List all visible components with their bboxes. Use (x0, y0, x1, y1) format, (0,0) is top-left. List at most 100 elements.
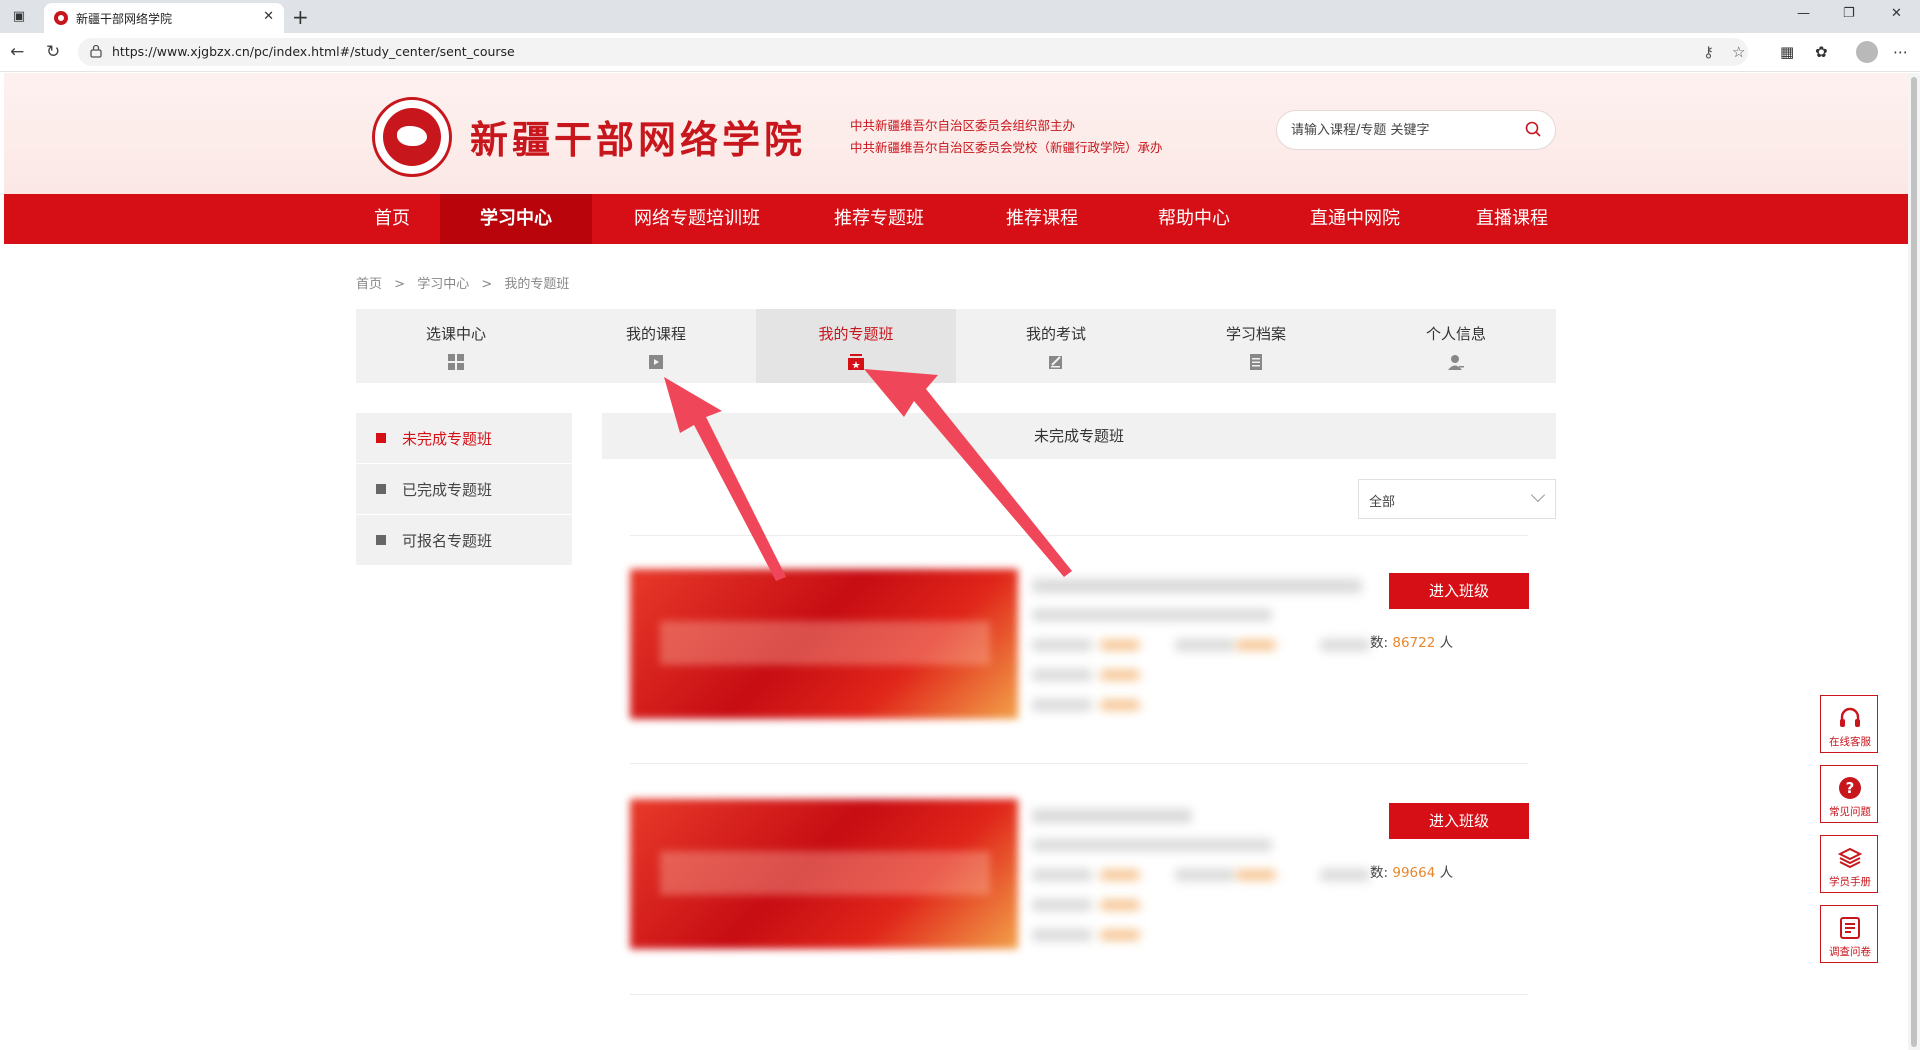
online-service-button[interactable]: 在线客服 (1820, 695, 1878, 753)
search-icon[interactable] (1525, 121, 1541, 137)
browser-tab-bar: ▣ 新疆干部网络学院 ✕ + — ❐ ✕ (0, 0, 1920, 33)
site-logo[interactable] (372, 97, 452, 177)
bullet-square-icon (376, 535, 386, 545)
favorite-star-icon[interactable]: ☆ (1732, 43, 1745, 61)
tab-study-archive[interactable]: 学习档案 (1156, 309, 1356, 383)
nav-item-cela-direct[interactable]: 直通中网院 (1280, 194, 1430, 244)
breadcrumb: 首页 > 学习中心 > 我的专题班 (356, 273, 577, 292)
browser-tab[interactable]: 新疆干部网络学院 ✕ (44, 3, 284, 33)
tab-title: 新疆干部网络学院 (76, 12, 173, 26)
enroll-count-text: 数: 86722 人 (1370, 631, 1453, 651)
tab-label: 学习档案 (1225, 325, 1286, 343)
headset-icon (1840, 707, 1860, 727)
search-box (1276, 110, 1556, 150)
enroll-count: 86722 (1392, 635, 1436, 651)
address-bar: ← ↻ https://www.xjgbzx.cn/pc/index.html#… (0, 33, 1920, 72)
sidebar-item-enrollable[interactable]: 可报名专题班 (356, 515, 572, 565)
sidebar-item-label: 可报名专题班 (402, 532, 493, 550)
sidebar-item-finished[interactable]: 已完成专题班 (356, 464, 572, 514)
tab-label: 我的考试 (1025, 325, 1086, 343)
enroll-unit: 人 (1439, 865, 1454, 881)
tab-label: 我的专题班 (818, 325, 894, 343)
enroll-label: 数: (1370, 865, 1389, 881)
tab-course-selection[interactable]: 选课中心 (356, 309, 556, 383)
divider (630, 763, 1528, 764)
tab-close-icon[interactable]: ✕ (263, 9, 274, 24)
chevron-down-icon (1530, 487, 1546, 503)
search-input[interactable] (1289, 120, 1509, 140)
extensions-icon[interactable]: ✿ (1815, 43, 1828, 61)
status-filter-select[interactable]: 全部 (1358, 479, 1556, 519)
key-icon[interactable]: ⚷ (1703, 43, 1714, 61)
enroll-count-text: 数: 99664 人 (1370, 861, 1453, 881)
breadcrumb-current: 我的专题班 (504, 277, 570, 292)
sidebar-item-label: 已完成专题班 (402, 481, 493, 499)
new-tab-icon[interactable]: + (292, 5, 309, 29)
url-text: https://www.xjgbzx.cn/pc/index.html#/stu… (112, 44, 515, 59)
tab-label: 选课中心 (425, 325, 486, 343)
enroll-label: 数: (1370, 635, 1389, 651)
nav-item-home[interactable]: 首页 (352, 194, 432, 244)
class-status-sidebar: 未完成专题班 已完成专题班 可报名专题班 (356, 413, 572, 566)
site-header: 新疆干部网络学院 中共新疆维吾尔自治区委员会组织部主办 中共新疆维吾尔自治区委员… (4, 73, 1910, 194)
collections-icon[interactable]: ▦ (1780, 43, 1794, 61)
reload-icon[interactable]: ↻ (46, 42, 60, 62)
survey-button[interactable]: 调查问卷 (1820, 905, 1878, 963)
tab-label: 个人信息 (1425, 325, 1486, 343)
tab-label: 我的课程 (625, 325, 686, 343)
window-close-icon[interactable]: ✕ (1891, 6, 1902, 21)
breadcrumb-home[interactable]: 首页 (356, 277, 382, 292)
annotation-arrow-icon (864, 369, 1072, 577)
nav-item-recommended-courses[interactable]: 推荐课程 (972, 194, 1112, 244)
student-handbook-button[interactable]: 学员手册 (1820, 835, 1878, 893)
course-card: 数: 99664 人 进入班级 (630, 799, 1529, 959)
enter-class-button[interactable]: 进入班级 (1389, 573, 1529, 609)
restore-icon[interactable]: ❐ (1843, 6, 1855, 21)
course-card: 数: 86722 人 进入班级 (630, 569, 1529, 729)
lock-icon (90, 44, 102, 58)
enter-class-button[interactable]: 进入班级 (1389, 803, 1529, 839)
url-field[interactable]: https://www.xjgbzx.cn/pc/index.html#/stu… (78, 38, 1748, 66)
page-scrollbar[interactable] (1908, 73, 1920, 1050)
faq-button[interactable]: ? 常见问题 (1820, 765, 1878, 823)
profile-avatar[interactable] (1856, 41, 1878, 63)
back-icon[interactable]: ← (10, 42, 24, 62)
float-label: 常见问题 (1829, 806, 1871, 818)
enroll-unit: 人 (1439, 635, 1454, 651)
book-icon (1837, 847, 1863, 869)
nav-item-study-center[interactable]: 学习中心 (440, 194, 592, 244)
more-menu-icon[interactable]: ⋯ (1893, 43, 1908, 61)
user-icon (1448, 355, 1464, 370)
grid-icon (448, 354, 464, 370)
sidebar-toggle-icon[interactable]: ▣ (9, 7, 29, 27)
tab-personal-info[interactable]: 个人信息 (1356, 309, 1556, 383)
bullet-square-icon (376, 433, 386, 443)
course-cover-image[interactable] (630, 569, 1018, 719)
float-label: 学员手册 (1829, 876, 1871, 888)
question-icon: ? (1839, 777, 1861, 799)
nav-item-recommended-classes[interactable]: 推荐专题班 (804, 194, 954, 244)
sidebar-item-unfinished[interactable]: 未完成专题班 (356, 413, 572, 463)
breadcrumb-study-center[interactable]: 学习中心 (417, 277, 469, 292)
sponsor-line-2: 中共新疆维吾尔自治区委员会党校（新疆行政学院）承办 (850, 140, 1163, 155)
float-label: 在线客服 (1829, 736, 1871, 748)
divider (630, 994, 1528, 995)
nav-item-live-courses[interactable]: 直播课程 (1442, 194, 1582, 244)
minimize-icon[interactable]: — (1797, 6, 1810, 21)
breadcrumb-separator: > (481, 277, 493, 292)
document-icon (1250, 354, 1262, 370)
nav-item-online-training[interactable]: 网络专题培训班 (614, 194, 780, 244)
main-nav: 首页 学习中心 网络专题培训班 推荐专题班 推荐课程 帮助中心 直通中网院 直播… (4, 194, 1910, 244)
float-label: 调查问卷 (1829, 946, 1871, 958)
filter-value: 全部 (1369, 495, 1396, 510)
svg-text:?: ? (1846, 779, 1855, 797)
site-title: 新疆干部网络学院 (470, 118, 807, 162)
sponsor-line-1: 中共新疆维吾尔自治区委员会组织部主办 (850, 118, 1076, 133)
nav-item-help-center[interactable]: 帮助中心 (1124, 194, 1264, 244)
bullet-square-icon (376, 484, 386, 494)
course-cover-image[interactable] (630, 799, 1018, 949)
survey-icon (1840, 917, 1860, 939)
enroll-count: 99664 (1392, 865, 1436, 881)
site-favicon-icon (54, 11, 68, 25)
sidebar-item-label: 未完成专题班 (402, 430, 493, 448)
